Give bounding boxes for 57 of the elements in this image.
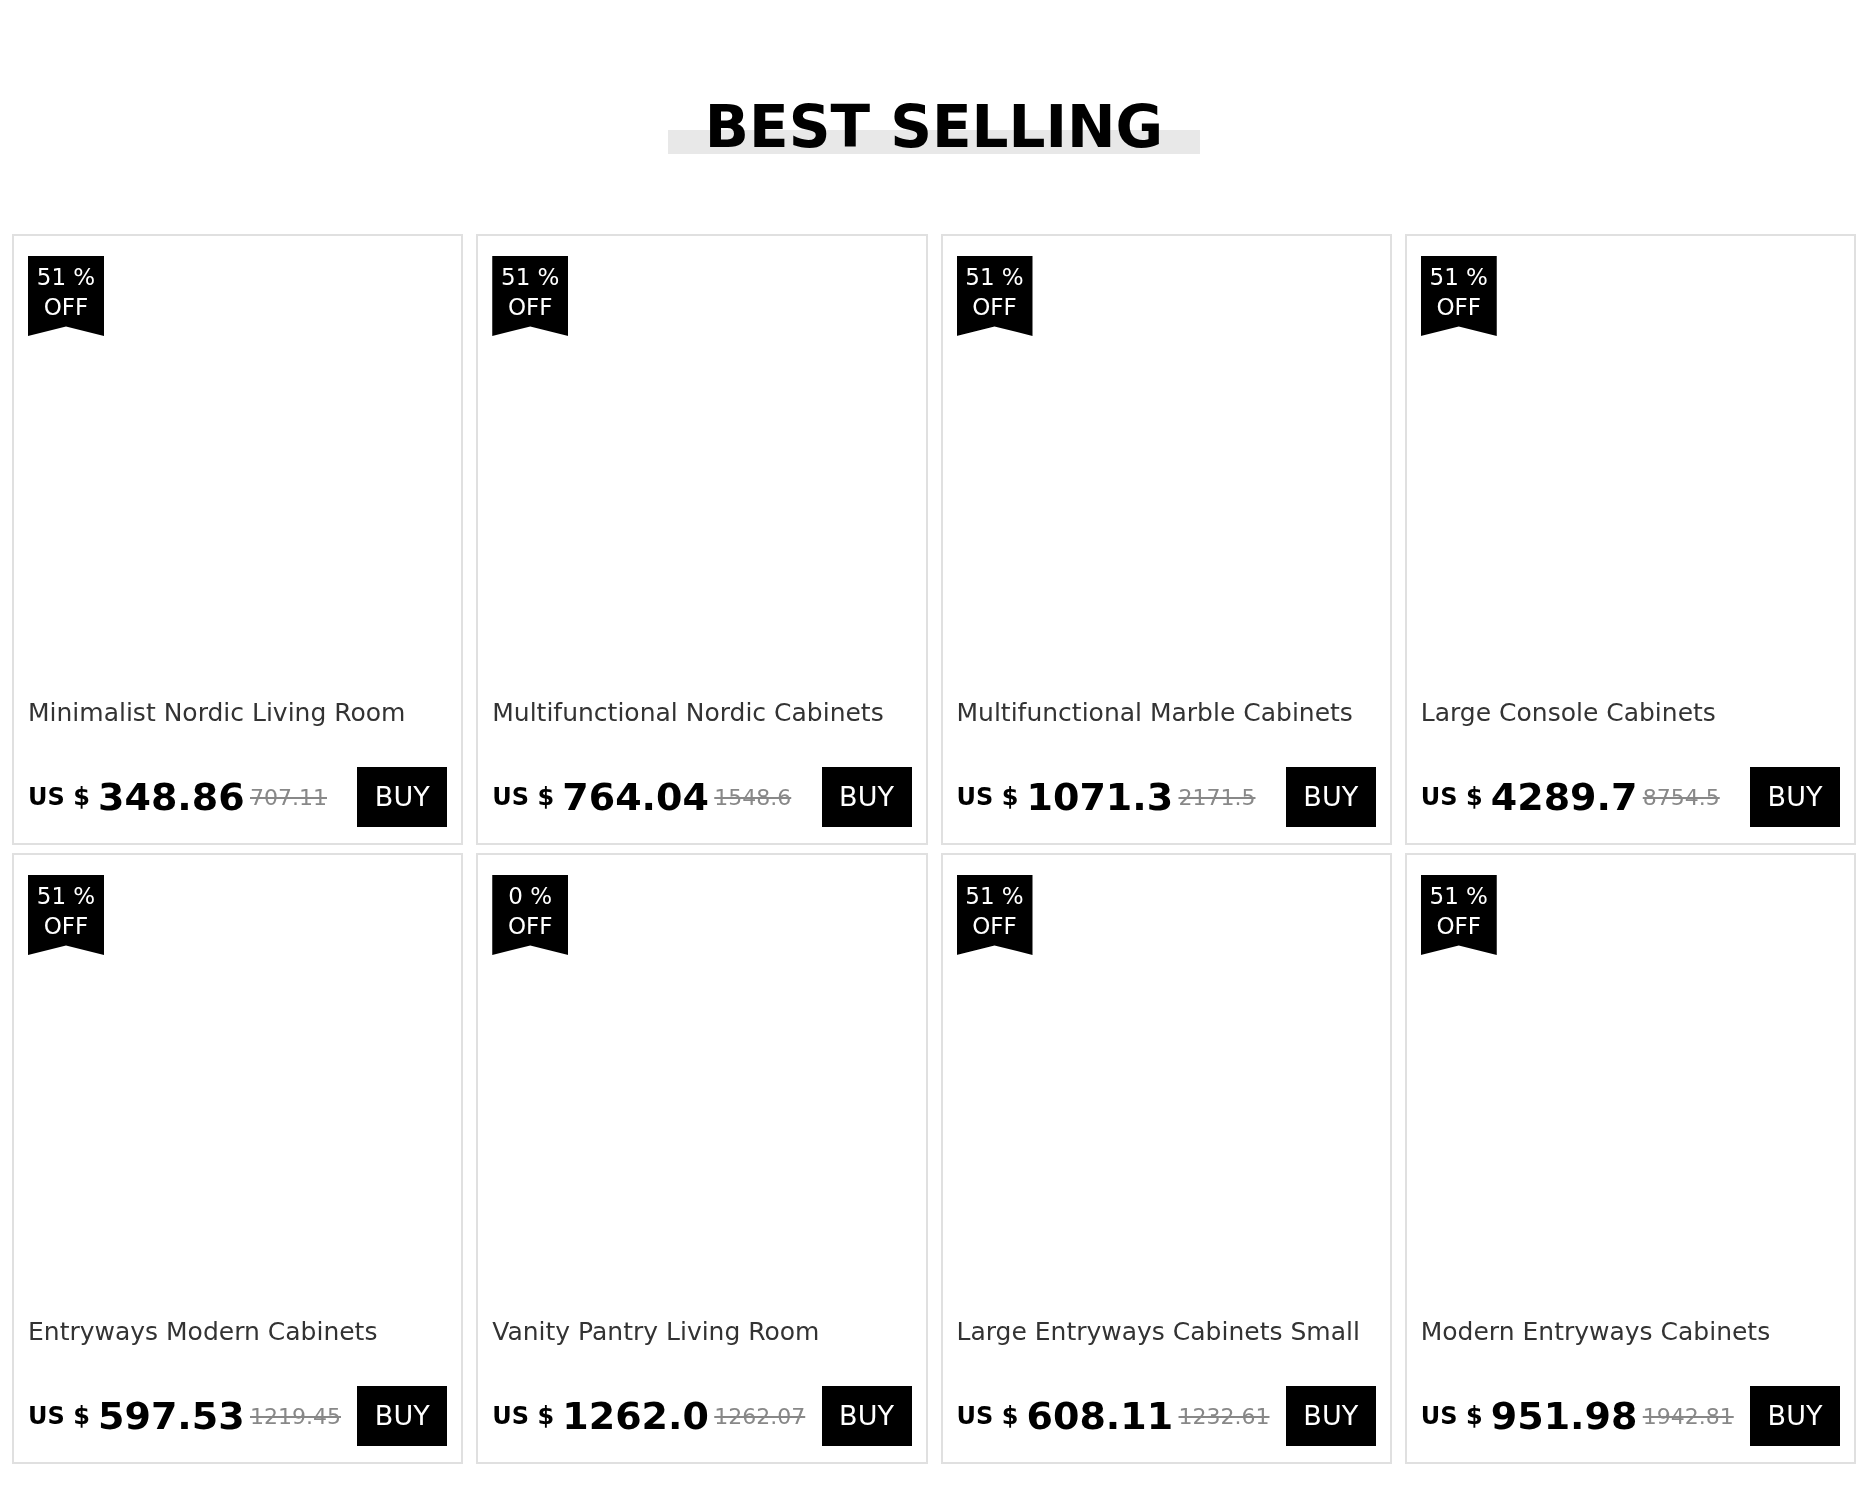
product-name: Multifunctional Marble Cabinets [955, 697, 1354, 729]
original-price: 8754.5 [1642, 783, 1721, 812]
product-name: Large Console Cabinets [1419, 697, 1717, 729]
product-card[interactable]: 51 % OFF Multifunctional Marble Cabinets US $ 1071.3 2171.5 BUY [940, 234, 1392, 845]
price: 597.53 [98, 1392, 246, 1440]
buy-button[interactable]: BUY [357, 1386, 448, 1446]
discount-badge: 51 % OFF [28, 875, 104, 955]
product-card[interactable]: 51 % OFF Entryways Modern Cabinets US $ 597.53 1219.45 BUY [12, 853, 464, 1464]
product-card[interactable]: 0 % OFF Vanity Pantry Living Room US $ 1262.0 1262.07 BUY [476, 853, 928, 1464]
price: 348.86 [98, 773, 246, 821]
currency-label: US $ [1420, 782, 1484, 813]
price: 764.04 [562, 773, 710, 821]
product-name: Entryways Modern Cabinets [27, 1316, 379, 1348]
product-card[interactable]: 51 % OFF Modern Entryways Cabinets US $ 951.98 1942.81 BUY [1404, 853, 1856, 1464]
price: 1071.3 [1026, 773, 1175, 821]
currency-label: US $ [492, 782, 556, 813]
original-price: 1262.07 [714, 1402, 807, 1431]
original-price: 1548.6 [714, 783, 793, 812]
buy-button[interactable]: BUY [821, 767, 912, 827]
price: 1262.0 [562, 1392, 710, 1440]
discount-badge: 51 % OFF [28, 256, 104, 336]
section-heading: BEST SELLING [704, 92, 1164, 162]
currency-label: US $ [1420, 1401, 1484, 1432]
product-card[interactable]: 51 % OFF Minimalist Nordic Living Room US $ 348.86 707.11 BUY [12, 234, 464, 845]
currency-label: US $ [956, 782, 1020, 813]
discount-badge: 51 % OFF [492, 256, 569, 336]
currency-label: US $ [956, 1401, 1020, 1432]
product-name: Large Entryways Cabinets Small [955, 1316, 1361, 1348]
product-name: Minimalist Nordic Living Room [27, 697, 407, 729]
original-price: 707.11 [250, 783, 328, 812]
product-name: Modern Entryways Cabinets [1419, 1316, 1772, 1348]
price: 608.11 [1026, 1392, 1175, 1440]
discount-badge: 51 % OFF [956, 256, 1033, 336]
currency-label: US $ [28, 1401, 91, 1432]
buy-button[interactable]: BUY [357, 767, 448, 827]
currency-label: US $ [28, 782, 91, 813]
price: 951.98 [1490, 1392, 1639, 1440]
buy-button[interactable]: BUY [1285, 1386, 1376, 1446]
product-card[interactable]: 51 % OFF Multifunctional Nordic Cabinets US $ 764.04 1548.6 BUY [476, 234, 928, 845]
discount-badge: 0 % OFF [492, 875, 569, 955]
original-price: 1942.81 [1642, 1402, 1735, 1431]
buy-button[interactable]: BUY [1750, 767, 1840, 827]
original-price: 1219.45 [250, 1402, 342, 1431]
original-price: 2171.5 [1178, 783, 1257, 812]
buy-button[interactable]: BUY [1750, 1386, 1840, 1446]
original-price: 1232.61 [1178, 1402, 1271, 1431]
discount-badge: 51 % OFF [956, 875, 1033, 955]
product-card[interactable]: 51 % OFF Large Entryways Cabinets Small US $ 608.11 1232.61 BUY [940, 853, 1392, 1464]
product-card[interactable]: 51 % OFF Large Console Cabinets US $ 4289.7 8754.5 BUY [1404, 234, 1856, 845]
product-name: Multifunctional Nordic Cabinets [491, 697, 885, 729]
currency-label: US $ [492, 1401, 556, 1432]
buy-button[interactable]: BUY [1285, 767, 1376, 827]
discount-badge: 51 % OFF [1420, 256, 1497, 336]
product-name: Vanity Pantry Living Room [491, 1316, 821, 1348]
buy-button[interactable]: BUY [821, 1386, 912, 1446]
price: 4289.7 [1490, 773, 1639, 821]
discount-badge: 51 % OFF [1420, 875, 1497, 955]
